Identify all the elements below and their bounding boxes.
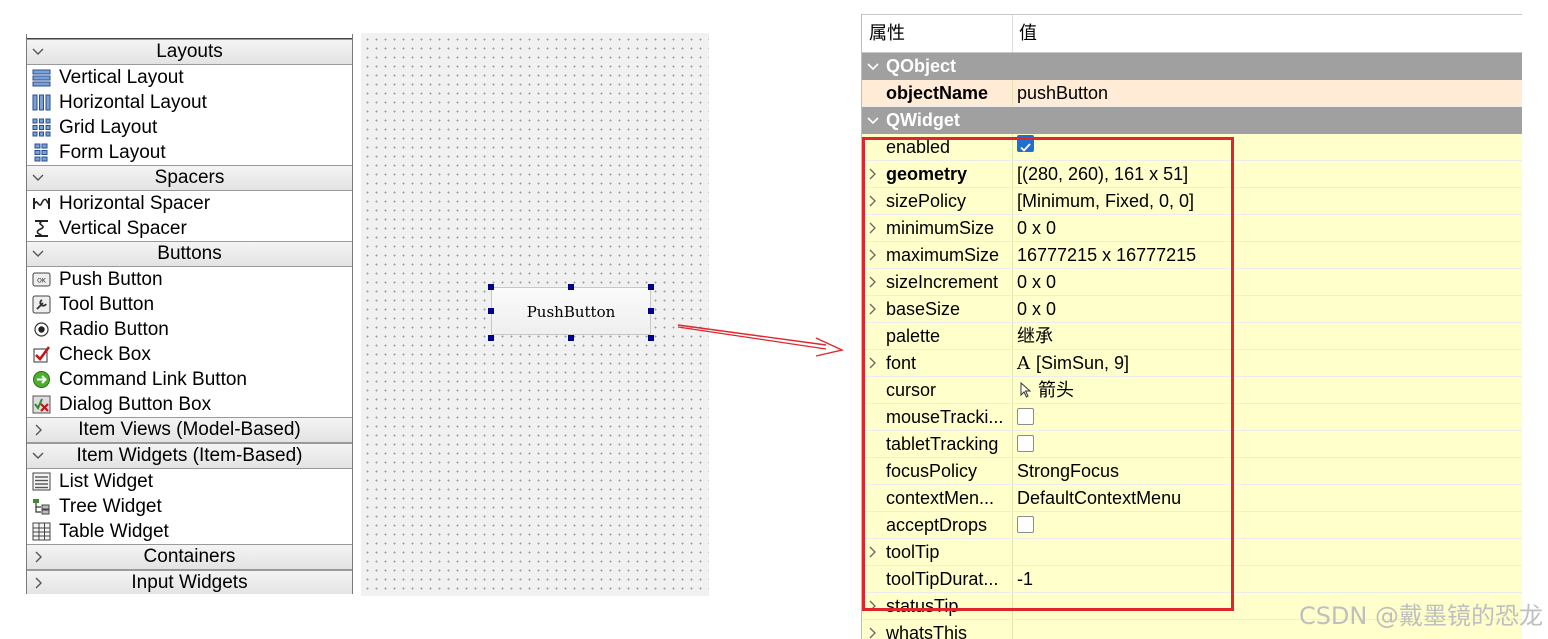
chevron-right-icon[interactable]	[867, 620, 879, 639]
group-label: QWidget	[886, 110, 960, 130]
category-label: Layouts	[156, 41, 223, 62]
category-layouts[interactable]: Layouts	[27, 39, 352, 65]
widget-push-button[interactable]: OK Push Button	[27, 267, 352, 292]
command-link-icon	[33, 371, 50, 388]
category-label: Containers	[143, 546, 236, 567]
widget-list-widget[interactable]: List Widget	[27, 469, 352, 494]
category-buttons[interactable]: Buttons	[27, 241, 352, 267]
check-box-icon	[33, 346, 51, 363]
form-layout-icon	[34, 143, 48, 162]
widget-radio-button[interactable]: Radio Button	[27, 317, 352, 342]
chevron-down-icon	[32, 174, 44, 181]
widget-command-link-button[interactable]: Command Link Button	[27, 367, 352, 392]
widget-grid-layout[interactable]: Grid Layout	[27, 115, 352, 140]
widget-vertical-layout[interactable]: Vertical Layout	[27, 65, 352, 90]
list-widget-icon	[32, 472, 51, 491]
svg-text:OK: OK	[37, 278, 47, 285]
category-label: Buttons	[157, 243, 222, 264]
push-button-icon: OK	[32, 272, 51, 287]
property-name: whatsThis	[886, 623, 968, 639]
tool-button-icon	[32, 295, 51, 314]
widget-label: Push Button	[59, 269, 163, 290]
widget-label: Vertical Spacer	[59, 218, 187, 239]
header-property[interactable]: 属性	[869, 15, 905, 52]
widget-label: Radio Button	[59, 319, 169, 340]
widget-label: List Widget	[59, 471, 153, 492]
property-row-objectname[interactable]: objectName pushButton	[862, 80, 1522, 107]
widget-horizontal-spacer[interactable]: Horizontal Spacer	[27, 191, 352, 216]
radio-button-icon	[34, 322, 49, 337]
group-label: QObject	[886, 56, 957, 76]
vertical-layout-icon	[32, 69, 51, 87]
widget-label: Form Layout	[59, 142, 166, 163]
group-qobject[interactable]: QObject	[862, 53, 1522, 80]
widget-vertical-spacer[interactable]: Vertical Spacer	[27, 216, 352, 241]
category-label: Item Views (Model-Based)	[78, 419, 301, 440]
chevron-down-icon	[867, 63, 879, 71]
category-label: Spacers	[154, 167, 225, 188]
widget-box: Layouts Vertical Layout Horizontal Layou…	[26, 34, 353, 594]
table-widget-icon	[32, 522, 51, 541]
category-spacers[interactable]: Spacers	[27, 165, 352, 191]
widget-tree-widget[interactable]: Tree Widget	[27, 494, 352, 519]
widget-label: Dialog Button Box	[59, 394, 212, 415]
category-item-widgets[interactable]: Item Widgets (Item-Based)	[27, 443, 352, 469]
header-value[interactable]: 值	[1019, 15, 1037, 52]
widget-form-layout[interactable]: Form Layout	[27, 140, 352, 165]
resize-handle[interactable]	[568, 284, 574, 290]
tree-widget-icon	[33, 499, 50, 515]
annotation-highlight-box	[862, 137, 1234, 611]
widget-horizontal-layout[interactable]: Horizontal Layout	[27, 90, 352, 115]
chevron-down-icon	[867, 117, 879, 125]
widget-label: Tree Widget	[59, 496, 162, 517]
widget-label: Table Widget	[59, 521, 169, 542]
form-design-canvas[interactable]: PushButton	[361, 33, 709, 596]
resize-handle[interactable]	[648, 308, 654, 314]
chevron-down-icon	[32, 452, 44, 459]
chevron-right-icon	[35, 577, 42, 589]
category-containers[interactable]: Containers	[27, 544, 352, 570]
vertical-spacer-icon	[35, 220, 48, 237]
widget-label: Grid Layout	[59, 117, 158, 138]
chevron-right-icon	[35, 551, 42, 563]
category-item-views[interactable]: Item Views (Model-Based)	[27, 417, 352, 443]
chevron-down-icon	[32, 48, 44, 55]
widget-tool-button[interactable]: Tool Button	[27, 292, 352, 317]
resize-handle[interactable]	[648, 284, 654, 290]
resize-handle[interactable]	[568, 335, 574, 341]
chevron-down-icon	[32, 250, 44, 257]
category-label: Input Widgets	[131, 572, 248, 593]
horizontal-layout-icon	[32, 94, 51, 111]
widget-dialog-button-box[interactable]: Dialog Button Box	[27, 392, 352, 417]
widget-label: Check Box	[59, 344, 151, 365]
widget-label: Horizontal Layout	[59, 92, 207, 113]
resize-handle[interactable]	[488, 284, 494, 290]
group-qwidget[interactable]: QWidget	[862, 107, 1522, 134]
resize-handle[interactable]	[488, 308, 494, 314]
widget-label: Tool Button	[59, 294, 155, 315]
watermark: CSDN @戴墨镜的恐龙	[1298, 602, 1543, 630]
grid-layout-icon	[32, 118, 51, 137]
widget-label: Command Link Button	[59, 369, 247, 390]
horizontal-spacer-icon	[33, 198, 50, 209]
category-label: Item Widgets (Item-Based)	[76, 445, 303, 466]
property-value[interactable]: pushButton	[1017, 80, 1108, 106]
property-name: objectName	[886, 83, 989, 103]
chevron-right-icon	[35, 424, 42, 436]
widget-table-widget[interactable]: Table Widget	[27, 519, 352, 544]
dialog-button-box-icon	[32, 395, 51, 414]
widget-label: Horizontal Spacer	[59, 193, 211, 214]
widget-label: Vertical Layout	[59, 67, 184, 88]
widget-check-box[interactable]: Check Box	[27, 342, 352, 367]
resize-handle[interactable]	[648, 335, 654, 341]
annotation-arrow	[677, 324, 845, 357]
category-input-widgets[interactable]: Input Widgets	[27, 570, 352, 594]
selected-push-button[interactable]: PushButton	[491, 287, 651, 335]
property-header: 属性 值	[862, 14, 1522, 53]
resize-handle[interactable]	[488, 335, 494, 341]
